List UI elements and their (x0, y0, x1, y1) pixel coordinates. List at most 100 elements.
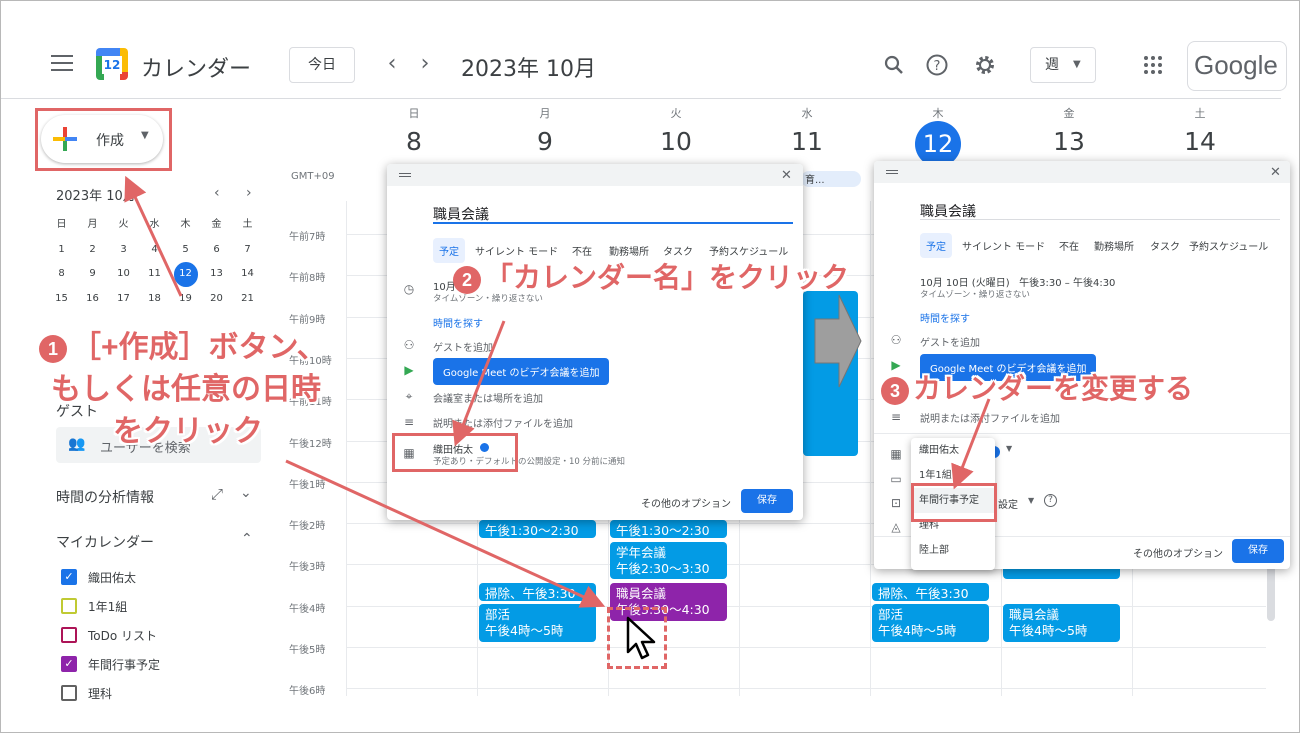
add-guest-field[interactable]: ゲストを追加 (920, 334, 980, 349)
mini-day[interactable]: 20 (201, 287, 232, 312)
event-block[interactable]: 掃除、午後3:30 (479, 583, 596, 601)
view-select[interactable]: 週 ▼ (1030, 47, 1096, 83)
event-datetime[interactable]: 10月 10日 (火曜日) 午後3:30 – 午後4:30 (920, 274, 1115, 289)
event-block[interactable]: 部活 午後4時～5時 (479, 604, 596, 642)
event-block[interactable]: 午後1:30～2:30 (610, 520, 727, 538)
mini-day[interactable]: 6 (201, 238, 232, 263)
meet-button[interactable]: Google Meet のビデオ会議を追加 (433, 358, 610, 385)
mini-day[interactable]: 17 (108, 287, 139, 312)
event-block[interactable]: 学年会議 午後2:30～3:30 (610, 542, 727, 579)
mini-day[interactable]: 2 (77, 238, 108, 263)
main-menu-icon[interactable] (51, 55, 73, 71)
tab-task[interactable]: タスク (1150, 238, 1180, 253)
search-icon[interactable] (882, 53, 906, 77)
mini-calendar-grid: 日月火水木金土 1 2 3 4 5 6 7 8 9 10 11 12 13 14 15 16 17 18 19 20 21 (46, 213, 264, 311)
calendar-name: ToDo リスト (88, 629, 158, 643)
mini-day[interactable]: 5 (170, 238, 201, 263)
mouse-cursor-icon (626, 616, 656, 660)
next-week-icon[interactable]: › (413, 51, 437, 76)
mini-day[interactable]: 19 (170, 287, 201, 312)
tab-ooo[interactable]: 不在 (1059, 238, 1079, 253)
day-number[interactable]: 10 (651, 127, 701, 156)
mini-day[interactable]: 4 (139, 238, 170, 263)
gear-icon[interactable] (973, 53, 997, 77)
grid-day-line (346, 201, 347, 696)
day-number[interactable]: 9 (520, 127, 570, 156)
help-icon[interactable]: ? (925, 53, 949, 77)
save-button[interactable]: 保存 (1232, 539, 1284, 563)
analytics-label[interactable]: 時間の分析情報 (56, 487, 154, 507)
mini-day[interactable]: 10 (108, 262, 139, 287)
dropdown-option[interactable]: 陸上部 (911, 538, 995, 563)
find-time-link[interactable]: 時間を探す (920, 310, 970, 325)
chevron-up-icon[interactable]: ⌃ (241, 531, 253, 547)
mini-prev-icon[interactable]: ‹ (214, 185, 220, 201)
add-description-field[interactable]: 説明または添付ファイルを追加 (920, 410, 1060, 425)
annotation-step3-number: 3 (881, 376, 909, 405)
calendar-checkbox[interactable]: ✓ (61, 569, 77, 585)
mini-next-icon[interactable]: › (246, 185, 252, 201)
people-icon: ⚇ (890, 333, 902, 347)
close-icon[interactable]: ✕ (781, 168, 792, 183)
mini-day[interactable]: 18 (139, 287, 170, 312)
calendar-checkbox[interactable] (61, 598, 77, 614)
grid-hour-line (346, 688, 1266, 690)
calendar-name: 1年1組 (88, 600, 128, 614)
tab-appointment[interactable]: 予約スケジュール (1189, 238, 1268, 253)
day-number[interactable]: 13 (1044, 127, 1094, 156)
event-block[interactable]: 午後1:30～2:30 (479, 520, 596, 538)
more-options-button[interactable]: その他のオプション (1133, 545, 1223, 560)
mini-day[interactable]: 14 (232, 262, 263, 287)
mini-day[interactable]: 15 (46, 287, 77, 312)
day-number[interactable]: 14 (1175, 127, 1225, 156)
mini-day[interactable]: 7 (232, 238, 263, 263)
visibility-setting[interactable]: 設定 (998, 496, 1018, 511)
help-icon[interactable]: ? (1044, 494, 1057, 507)
add-guest-field[interactable]: ゲストを追加 (433, 339, 493, 354)
add-description-field[interactable]: 説明または添付ファイルを追加 (433, 415, 573, 430)
day-number[interactable]: 8 (389, 127, 439, 156)
chevron-down-icon[interactable]: ⌄ (240, 485, 252, 501)
save-button[interactable]: 保存 (741, 489, 793, 513)
dropdown-option[interactable]: 織田佑太 (911, 438, 995, 463)
mini-day[interactable]: 8 (46, 262, 77, 287)
tab-event[interactable]: 予定 (920, 233, 952, 258)
calendar-logo-icon: 12 (96, 48, 128, 80)
mini-day[interactable]: 11 (139, 262, 170, 287)
prev-week-icon[interactable]: ‹ (380, 51, 404, 76)
calendar-checkbox[interactable] (61, 685, 77, 701)
mini-day[interactable]: 1 (46, 238, 77, 263)
event-title-input[interactable]: 職員会議 (920, 201, 976, 221)
dialog-drag-bar[interactable] (387, 164, 803, 186)
calendar-checkbox[interactable]: ✓ (61, 656, 77, 672)
event-time: 午後4時～5時 (485, 623, 564, 638)
mini-day[interactable]: 12 (173, 262, 198, 287)
mini-day[interactable]: 9 (77, 262, 108, 287)
event-title-input[interactable]: 職員会議 (433, 204, 489, 224)
calendar-checkbox[interactable] (61, 627, 77, 643)
more-options-button[interactable]: その他のオプション (641, 495, 731, 510)
mini-day[interactable]: 21 (232, 287, 263, 312)
mini-day[interactable]: 16 (77, 287, 108, 312)
event-block[interactable]: 職員会議 午後4時～5時 (1003, 604, 1120, 642)
allday-event[interactable]: 育... (801, 171, 861, 187)
day-name: 土 (1194, 107, 1206, 120)
event-block[interactable]: 部活 午後4時～5時 (872, 604, 989, 642)
dialog-drag-bar[interactable] (874, 161, 1290, 183)
timezone-repeat[interactable]: タイムゾーン・繰り返さない (920, 288, 1030, 300)
close-icon[interactable]: ✕ (1270, 165, 1281, 180)
tab-working-location[interactable]: 勤務場所 (1094, 238, 1134, 253)
my-calendars-label[interactable]: マイカレンダー (56, 532, 154, 552)
mini-day[interactable]: 3 (108, 238, 139, 263)
chevron-down-icon[interactable]: ▼ (1006, 444, 1012, 453)
event-block[interactable]: 掃除、午後3:30 (872, 583, 989, 601)
apps-grid-icon[interactable] (1144, 56, 1162, 74)
day-number[interactable]: 11 (782, 127, 832, 156)
tab-focus[interactable]: サイレント モード (962, 238, 1045, 253)
mini-day[interactable]: 13 (201, 262, 232, 287)
header-divider (1, 98, 1281, 99)
find-time-link[interactable]: 時間を探す (433, 315, 483, 330)
add-room-field[interactable]: 会議室または場所を追加 (433, 390, 543, 405)
today-button[interactable]: 今日 (289, 47, 355, 83)
chevron-down-icon[interactable]: ▼ (1028, 496, 1034, 505)
